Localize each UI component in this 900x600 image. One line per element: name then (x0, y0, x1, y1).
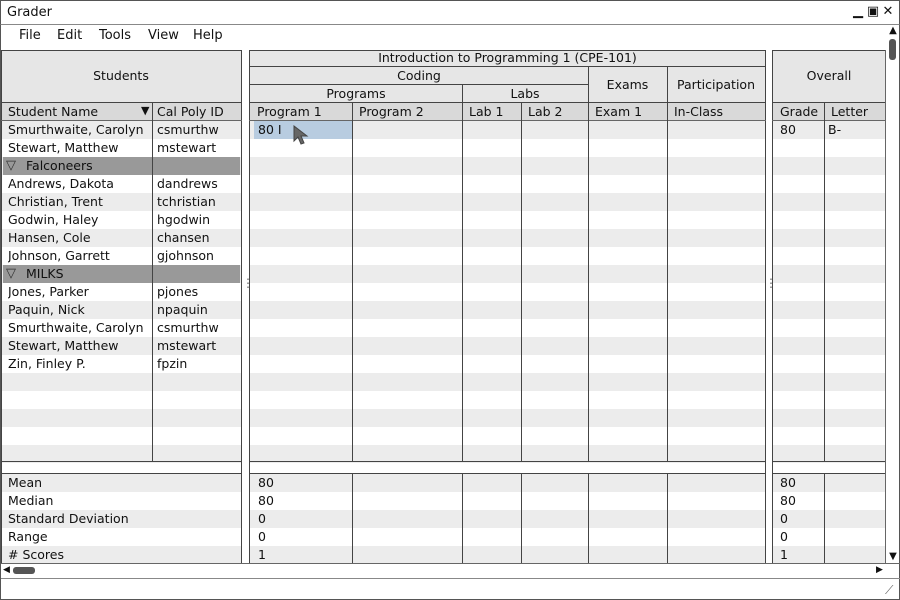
group-name: MILKS (26, 266, 64, 281)
student-id[interactable]: fpzin (157, 356, 239, 372)
stat-overall-grade: 80 (780, 475, 796, 490)
student-name[interactable]: Stewart, Matthew (8, 338, 150, 354)
student-id[interactable]: csmurthw (157, 320, 239, 336)
col-program-2[interactable]: Program 2 (359, 104, 461, 120)
overall-header-label: Overall (806, 68, 852, 83)
scroll-up-icon[interactable]: ▲ (887, 25, 899, 39)
student-name[interactable]: Godwin, Haley (8, 212, 150, 228)
col-cal-poly-id[interactable]: Cal Poly ID (157, 104, 239, 120)
scroll-right-icon[interactable]: ▶ (876, 565, 886, 577)
col-student-name[interactable]: Student Name (8, 104, 148, 120)
maximize-icon[interactable]: ▣ (866, 4, 880, 20)
grader-workspace: Students Overall Introduction to Programmi… (0, 25, 900, 600)
splitter-handle[interactable]: ⋮ (765, 276, 777, 290)
splitter-handle[interactable]: ⋮ (242, 276, 254, 290)
minimize-icon[interactable]: ▁ (851, 4, 865, 20)
stat-program1: 0 (258, 511, 266, 526)
course-title: Introduction to Programming 1 (CPE-101) (378, 50, 637, 65)
overall-grade: 80 (780, 122, 796, 137)
menu-bar: File Edit Tools View Help (0, 25, 900, 49)
programs-label: Programs (326, 86, 386, 101)
labs-label: Labs (510, 86, 540, 101)
stat-label: # Scores (8, 547, 64, 562)
stat-program1: 80 (258, 475, 274, 490)
menu-help[interactable]: Help (193, 28, 223, 43)
students-header-label: Students (93, 68, 149, 83)
student-id[interactable]: csmurthw (157, 122, 239, 138)
overall-letter: B- (828, 122, 842, 137)
stat-label: Mean (8, 475, 43, 490)
menu-file[interactable]: File (19, 28, 41, 43)
stat-program1: 80 (258, 493, 274, 508)
close-icon[interactable]: ✕ (881, 4, 895, 20)
student-id[interactable]: mstewart (157, 140, 239, 156)
student-id[interactable]: chansen (157, 230, 239, 246)
group-name: Falconeers (26, 158, 93, 173)
col-grade[interactable]: Grade (780, 104, 823, 120)
student-name[interactable]: Johnson, Garrett (8, 248, 150, 264)
stat-program1: 1 (258, 547, 266, 562)
col-lab-2[interactable]: Lab 2 (528, 104, 587, 120)
student-name[interactable]: Smurthwaite, Carolyn (8, 320, 150, 336)
student-name[interactable]: Paquin, Nick (8, 302, 150, 318)
student-id[interactable]: hgodwin (157, 212, 239, 228)
student-id[interactable]: mstewart (157, 338, 239, 354)
stat-label: Standard Deviation (8, 511, 129, 526)
col-in-class[interactable]: In-Class (674, 104, 764, 120)
stat-overall-grade: 80 (780, 493, 796, 508)
stat-label: Median (8, 493, 54, 508)
col-program-1[interactable]: Program 1 (257, 104, 351, 120)
stat-overall-grade: 0 (780, 511, 788, 526)
student-name[interactable]: Zin, Finley P. (8, 356, 150, 372)
stat-overall-grade: 0 (780, 529, 788, 544)
stat-program1: 0 (258, 529, 266, 544)
mouse-pointer-icon (293, 124, 309, 145)
coding-label: Coding (397, 68, 441, 83)
col-exam-1[interactable]: Exam 1 (595, 104, 666, 120)
exams-label: Exams (606, 77, 649, 92)
student-id[interactable]: gjohnson (157, 248, 239, 264)
student-id[interactable]: npaquin (157, 302, 239, 318)
col-lab-1[interactable]: Lab 1 (469, 104, 520, 120)
student-id[interactable]: pjones (157, 284, 239, 300)
menu-tools[interactable]: Tools (99, 28, 131, 43)
program1-edit-value[interactable]: 80 I (258, 122, 318, 138)
triangle-down-icon[interactable]: ▽ (6, 266, 20, 282)
student-name[interactable]: Stewart, Matthew (8, 140, 150, 156)
window-title: Grader (7, 5, 52, 20)
vertical-scroll-thumb[interactable] (889, 39, 896, 60)
col-letter[interactable]: Letter (831, 104, 884, 120)
student-name[interactable]: Andrews, Dakota (8, 176, 150, 192)
student-name[interactable]: Jones, Parker (8, 284, 150, 300)
triangle-down-icon[interactable]: ▽ (6, 158, 20, 174)
title-bar: Grader ▁ ▣ ✕ (0, 0, 900, 25)
resize-grip-icon[interactable]: ⟋ (885, 583, 899, 597)
horizontal-scroll-thumb[interactable] (13, 567, 35, 574)
menu-edit[interactable]: Edit (57, 28, 82, 43)
stat-overall-grade: 1 (780, 547, 788, 562)
student-name[interactable]: Hansen, Cole (8, 230, 150, 246)
stat-label: Range (8, 529, 48, 544)
student-id[interactable]: dandrews (157, 176, 239, 192)
student-name[interactable]: Christian, Trent (8, 194, 150, 210)
participation-label: Participation (676, 77, 756, 92)
student-id[interactable]: tchristian (157, 194, 239, 210)
student-name[interactable]: Smurthwaite, Carolyn (8, 122, 150, 138)
menu-view[interactable]: View (148, 28, 179, 43)
scroll-left-icon[interactable]: ◀ (3, 565, 13, 577)
